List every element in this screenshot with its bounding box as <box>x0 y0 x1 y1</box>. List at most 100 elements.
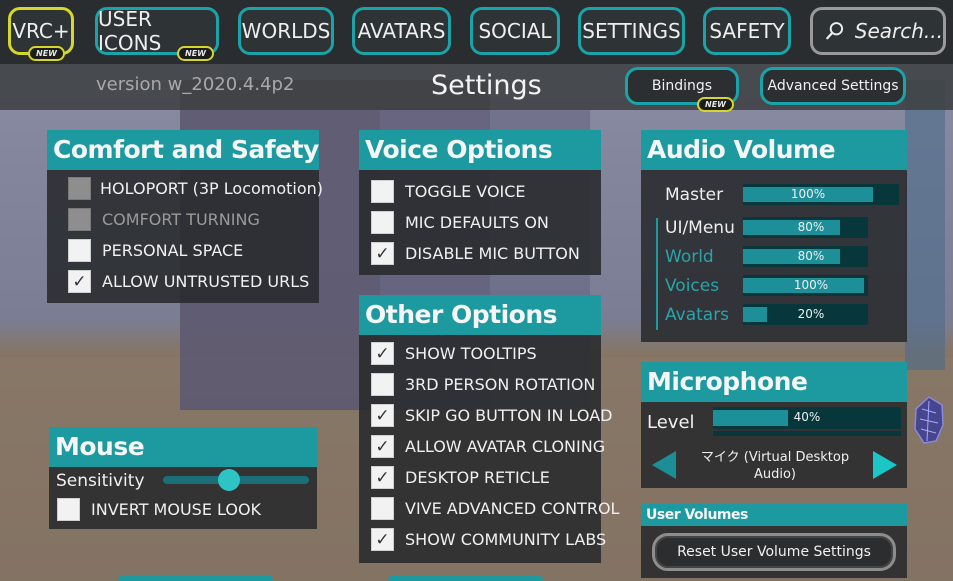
untrusted-urls-label: ALLOW UNTRUSTED URLS <box>102 272 310 291</box>
avatar-cloning-option[interactable]: ✓ ALLOW AVATAR CLONING <box>371 435 605 458</box>
bottom-center-button[interactable] <box>388 575 543 581</box>
mouse-title: Mouse <box>49 427 317 467</box>
voices-volume-slider[interactable]: 100% <box>743 275 868 296</box>
untrusted-urls-option[interactable]: ✓ ALLOW UNTRUSTED URLS <box>68 270 309 293</box>
desktop-reticle-checkbox[interactable]: ✓ <box>371 466 394 489</box>
voices-volume-value: 100% <box>793 278 829 292</box>
world-volume-label: World <box>665 247 714 267</box>
bindings-button[interactable]: Bindings NEW <box>625 67 739 112</box>
voice-options-title: Voice Options <box>359 130 601 170</box>
desktop-reticle-option[interactable]: ✓ DESKTOP RETICLE <box>371 466 550 489</box>
community-labs-checkbox[interactable]: ✓ <box>371 528 394 551</box>
worlds-tab[interactable]: WORLDS <box>238 7 334 55</box>
vrc-plus-label: VRC+ <box>12 19 70 43</box>
safety-tab[interactable]: SAFETY <box>703 7 791 55</box>
holoport-checkbox[interactable] <box>68 177 91 200</box>
reset-user-volume-button[interactable]: Reset User Volume Settings <box>652 533 896 571</box>
background-post <box>905 80 945 370</box>
mouse-panel: Mouse Sensitivity INVERT MOUSE LOOK <box>49 427 317 529</box>
settings-label: SETTINGS <box>582 19 681 43</box>
vive-advanced-control-option[interactable]: VIVE ADVANCED CONTROL <box>371 497 619 520</box>
worlds-label: WORLDS <box>241 19 331 43</box>
community-labs-option[interactable]: ✓ SHOW COMMUNITY LABS <box>371 528 606 551</box>
comfort-safety-panel: Comfort and Safety HOLOPORT (3P Locomoti… <box>47 130 323 303</box>
social-label: SOCIAL <box>478 19 552 43</box>
community-labs-label: SHOW COMMUNITY LABS <box>405 530 607 549</box>
disable-mic-button-label: DISABLE MIC BUTTON <box>405 244 580 263</box>
personal-space-checkbox[interactable] <box>68 239 91 262</box>
version-label: version w_2020.4.4p2 <box>96 74 295 95</box>
skip-go-button-option[interactable]: ✓ SKIP GO BUTTON IN LOAD <box>371 404 612 427</box>
avatar-cloning-checkbox[interactable]: ✓ <box>371 435 394 458</box>
toggle-voice-checkbox[interactable] <box>371 180 394 203</box>
comfort-turning-option[interactable]: COMFORT TURNING <box>68 208 260 231</box>
mic-device-name: マイク (Virtual Desktop Audio) <box>700 450 850 482</box>
search-placeholder: Search... <box>854 19 943 43</box>
avatars-volume-label: Avatars <box>665 305 730 325</box>
audio-volume-title: Audio Volume <box>641 130 907 170</box>
new-badge: NEW <box>177 46 214 61</box>
comfort-turning-checkbox[interactable] <box>68 208 91 231</box>
avatars-volume-slider[interactable]: 20% <box>743 304 868 325</box>
disable-mic-button-checkbox[interactable]: ✓ <box>371 242 394 265</box>
mic-defaults-on-option[interactable]: MIC DEFAULTS ON <box>371 211 549 234</box>
reset-user-volume-label: Reset User Volume Settings <box>677 544 871 560</box>
advanced-settings-label: Advanced Settings <box>767 78 899 94</box>
settings-tab[interactable]: SETTINGS <box>578 7 685 55</box>
invert-mouse-checkbox[interactable] <box>57 498 80 521</box>
3rd-person-rotation-label: 3RD PERSON ROTATION <box>405 375 596 394</box>
checkmark-icon: ✓ <box>375 436 390 457</box>
user-volumes-title: User Volumes <box>641 504 907 526</box>
mic-defaults-on-checkbox[interactable] <box>371 211 394 234</box>
mic-defaults-on-label: MIC DEFAULTS ON <box>405 213 549 232</box>
comfort-turning-label: COMFORT TURNING <box>102 210 260 229</box>
search-icon <box>826 22 844 40</box>
toggle-voice-option[interactable]: TOGGLE VOICE <box>371 180 526 203</box>
untrusted-urls-checkbox[interactable]: ✓ <box>68 270 91 293</box>
voice-options-panel: Voice Options TOGGLE VOICE MIC DEFAULTS … <box>359 130 601 275</box>
mic-level-meter: 40% <box>713 407 901 429</box>
3rd-person-rotation-checkbox[interactable] <box>371 373 394 396</box>
next-mic-arrow-icon[interactable] <box>873 451 897 479</box>
user-icons-tab[interactable]: USER ICONS NEW <box>95 7 219 61</box>
invert-mouse-option[interactable]: INVERT MOUSE LOOK <box>57 498 261 521</box>
new-badge: NEW <box>697 97 734 112</box>
sensitivity-slider-handle[interactable] <box>217 469 240 491</box>
show-tooltips-checkbox[interactable]: ✓ <box>371 342 394 365</box>
holoport-option[interactable]: HOLOPORT (3P Locomotion) <box>68 177 323 200</box>
voices-volume-label: Voices <box>665 276 720 296</box>
checkmark-icon: ✓ <box>375 529 390 550</box>
holoport-label: HOLOPORT (3P Locomotion) <box>100 179 324 198</box>
world-volume-slider[interactable]: 80% <box>743 246 868 267</box>
toggle-voice-label: TOGGLE VOICE <box>405 182 526 201</box>
ui-menu-volume-slider[interactable]: 80% <box>743 217 868 238</box>
personal-space-option[interactable]: PERSONAL SPACE <box>68 239 243 262</box>
skip-go-button-label: SKIP GO BUTTON IN LOAD <box>405 406 613 425</box>
bottom-left-button[interactable] <box>118 575 273 581</box>
show-tooltips-option[interactable]: ✓ SHOW TOOLTIPS <box>371 342 537 365</box>
mic-level-underline <box>713 431 901 436</box>
avatars-volume-value: 20% <box>797 307 825 321</box>
invert-mouse-label: INVERT MOUSE LOOK <box>91 500 262 519</box>
master-volume-label: Master <box>665 185 724 205</box>
advanced-settings-button[interactable]: Advanced Settings <box>760 67 906 105</box>
vrc-plus-tab[interactable]: VRC+ NEW <box>8 7 74 61</box>
top-navigation: VRC+ NEW USER ICONS NEW WORLDS AVATARS S… <box>0 0 953 64</box>
show-tooltips-label: SHOW TOOLTIPS <box>405 344 537 363</box>
search-button[interactable]: Search... <box>810 7 946 55</box>
disable-mic-button-option[interactable]: ✓ DISABLE MIC BUTTON <box>371 242 580 265</box>
personal-space-label: PERSONAL SPACE <box>102 241 244 260</box>
3rd-person-rotation-option[interactable]: 3RD PERSON ROTATION <box>371 373 595 396</box>
microphone-icon <box>914 396 944 444</box>
previous-mic-arrow-icon[interactable] <box>652 451 676 479</box>
social-tab[interactable]: SOCIAL <box>470 7 560 55</box>
skip-go-button-checkbox[interactable]: ✓ <box>371 404 394 427</box>
ui-menu-volume-value: 80% <box>797 220 825 234</box>
new-badge: NEW <box>28 46 65 61</box>
master-volume-slider[interactable]: 100% <box>743 184 899 205</box>
volume-group-divider <box>656 218 658 330</box>
vive-advanced-control-checkbox[interactable] <box>371 497 394 520</box>
bindings-label: Bindings <box>651 78 713 94</box>
avatars-tab[interactable]: AVATARS <box>352 7 451 55</box>
other-options-title: Other Options <box>359 295 601 335</box>
